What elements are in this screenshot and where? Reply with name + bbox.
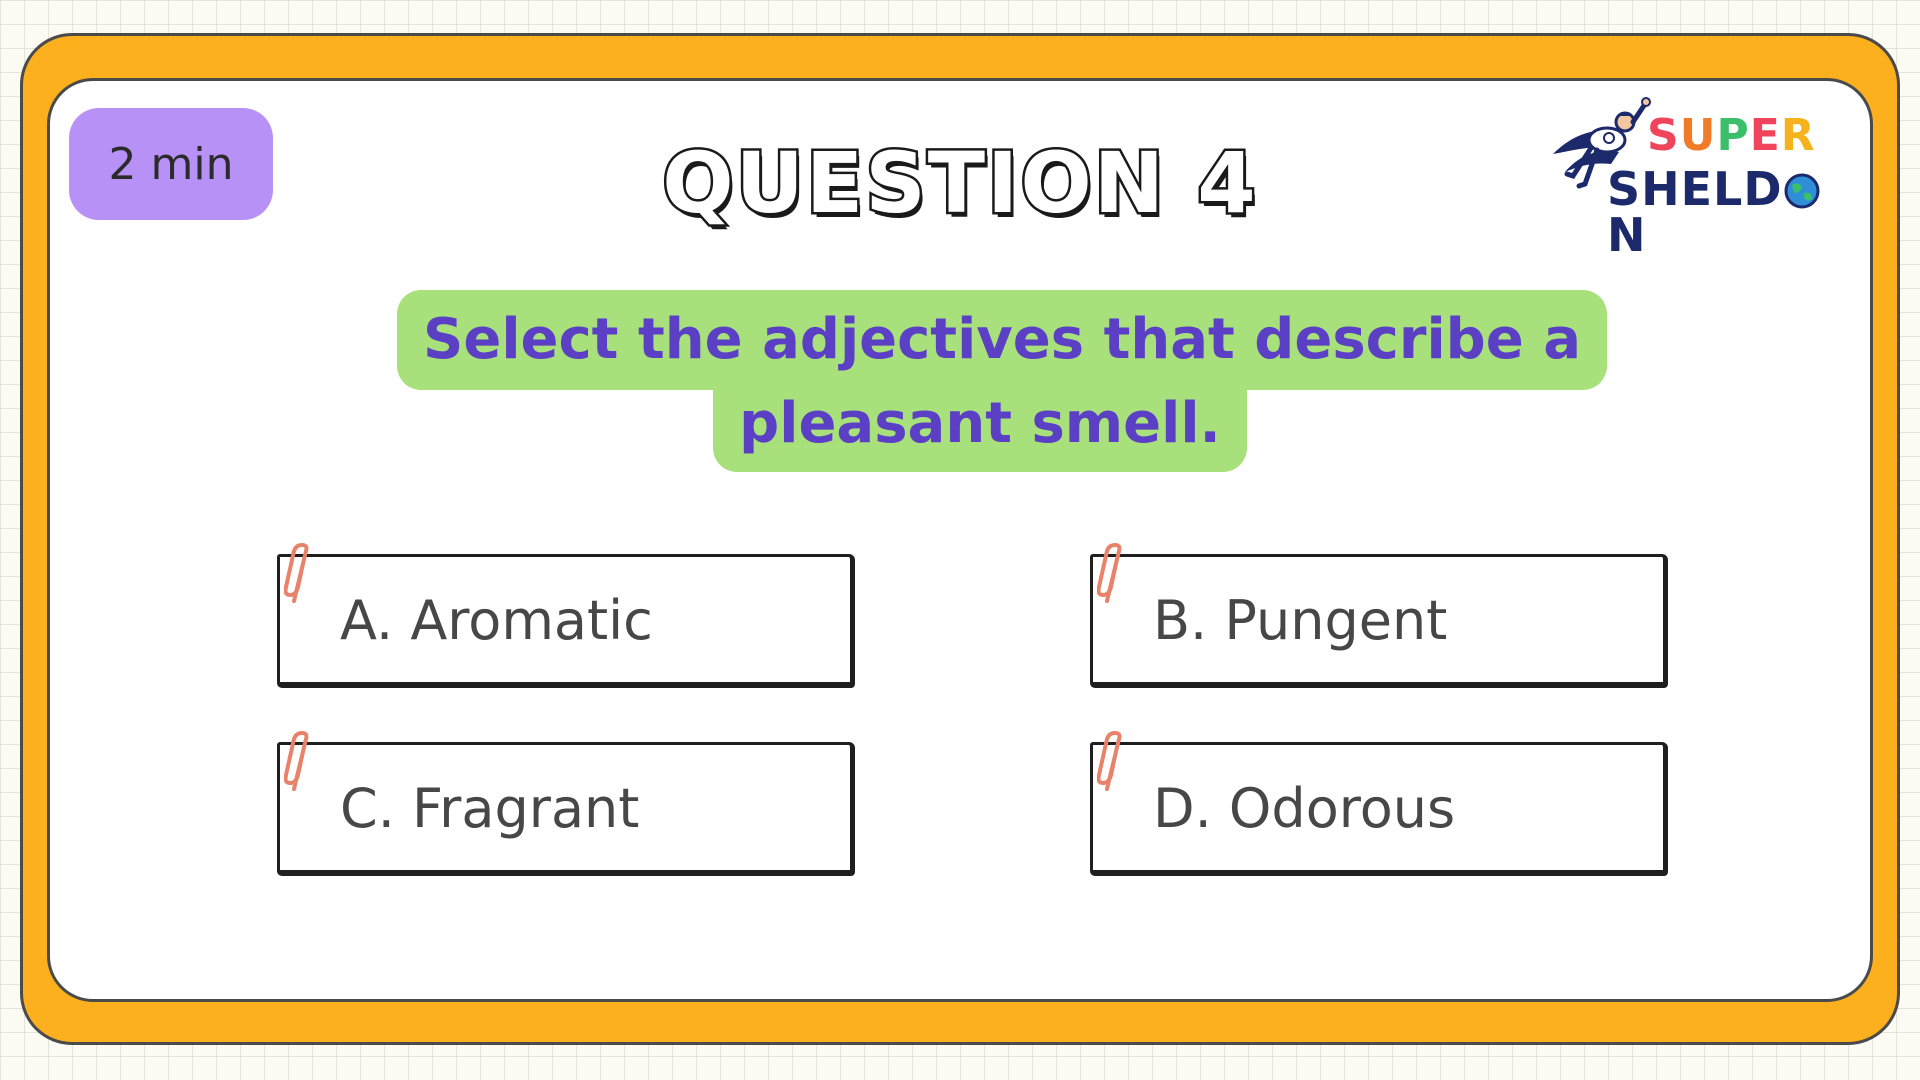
- logo-letter: E: [1749, 110, 1781, 161]
- option-label: C. Fragrant: [340, 777, 640, 840]
- logo-letter: R: [1780, 110, 1816, 161]
- option-label: B. Pungent: [1153, 589, 1448, 652]
- prompt-line-1: Select the adjectives that describe a: [397, 290, 1608, 390]
- logo-letter: P: [1716, 110, 1750, 161]
- logo-letter: U: [1679, 110, 1717, 161]
- logo-super-text: SUPER: [1647, 114, 1816, 158]
- logo-sheldon-tail: N: [1607, 208, 1647, 262]
- logo-sheldon-text: SHELDN: [1607, 166, 1845, 258]
- option-d-button[interactable]: D. Odorous: [1090, 731, 1668, 876]
- question-prompt: Select the adjectives that describe a pl…: [397, 290, 1608, 472]
- paperclip-icon: [284, 731, 309, 791]
- option-b-button[interactable]: B. Pungent: [1090, 543, 1668, 688]
- page-title: QUESTION 4: [660, 132, 1258, 235]
- option-c-button[interactable]: C. Fragrant: [277, 731, 855, 876]
- timer-label: 2 min: [108, 138, 234, 190]
- prompt-line-2: pleasant smell.: [713, 388, 1247, 472]
- logo-letter: S: [1647, 110, 1680, 161]
- super-sheldon-logo: SUPER SHELDN: [1545, 92, 1845, 258]
- paperclip-icon: [1097, 543, 1122, 603]
- globe-icon: [1784, 173, 1820, 209]
- timer-badge: 2 min: [69, 108, 273, 220]
- paperclip-icon: [284, 543, 309, 603]
- option-label: A. Aromatic: [340, 589, 653, 652]
- paperclip-icon: [1097, 731, 1122, 791]
- option-a-button[interactable]: A. Aromatic: [277, 543, 855, 688]
- option-label: D. Odorous: [1153, 777, 1456, 840]
